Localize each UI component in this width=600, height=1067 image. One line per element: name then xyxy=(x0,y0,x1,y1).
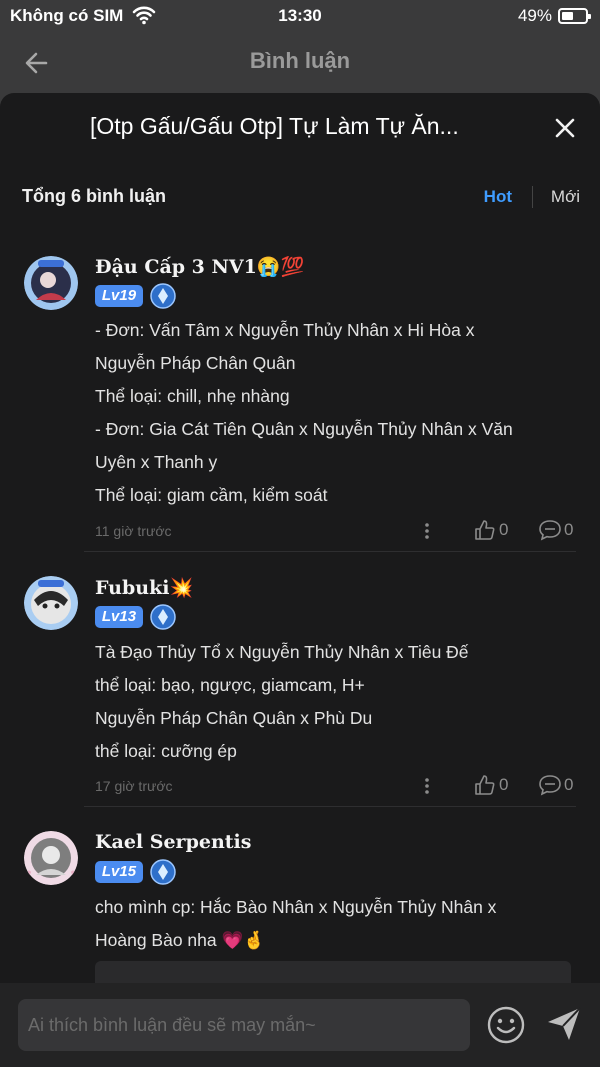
like-icon[interactable] xyxy=(474,774,496,796)
send-icon[interactable] xyxy=(545,1005,583,1043)
avatar[interactable] xyxy=(24,576,78,630)
sheet-header: [Otp Gấu/Gấu Otp] Tự Làm Tự Ăn... xyxy=(0,93,600,163)
comment-text-line: cho mình cp: Hắc Bào Nhân x Nguyễn Thủy … xyxy=(95,897,497,917)
clock: 13:30 xyxy=(278,6,322,25)
comment-count-row: Tổng 6 bình luận Hot Mới xyxy=(0,179,600,213)
level-badge: Lv13 xyxy=(95,606,143,628)
comment-text-line: Thể loại: chill, nhẹ nhàng xyxy=(95,386,290,406)
emoji-icon[interactable] xyxy=(486,1005,526,1045)
reply-icon[interactable] xyxy=(538,519,562,541)
comment-input-bar xyxy=(0,983,600,1067)
battery-percent: 49% xyxy=(517,6,552,25)
sort-new-tab[interactable]: Mới xyxy=(551,187,580,207)
comment-text-line: - Đơn: Vấn Tâm x Nguyễn Thủy Nhân x Hi H… xyxy=(95,320,475,340)
avatar[interactable] xyxy=(24,256,78,310)
comment-text-line: Hoàng Bào nha 💗🤞 xyxy=(95,930,266,950)
close-icon[interactable] xyxy=(552,115,578,141)
sort-hot-tab[interactable]: Hot xyxy=(484,187,512,207)
level-badge: Lv15 xyxy=(95,861,143,883)
like-icon[interactable] xyxy=(474,519,496,541)
more-options-icon[interactable] xyxy=(420,521,434,541)
divider xyxy=(84,551,576,552)
reply-preview[interactable] xyxy=(95,961,571,983)
level-badge: Lv19 xyxy=(95,285,143,307)
comment-time: 11 giờ trước xyxy=(95,523,172,539)
comment-input[interactable] xyxy=(18,999,470,1051)
reply-count: 0 xyxy=(564,520,574,539)
comment-text-line: Nguyễn Pháp Chân Quân xyxy=(95,353,296,373)
comment-count: Tổng 6 bình luận xyxy=(22,186,166,206)
sheet-title: [Otp Gấu/Gấu Otp] Tự Làm Tự Ăn... xyxy=(90,113,459,139)
comment-author[interactable]: Fubuki💥 xyxy=(95,576,193,599)
top-bar: Bình luận xyxy=(0,34,600,90)
comment-text-line: Uyên x Thanh y xyxy=(95,452,218,472)
comment-author[interactable]: Đậu Cấp 3 NV1😭💯 xyxy=(95,255,304,278)
avatar[interactable] xyxy=(24,831,78,885)
status-bar: Không có SIM 13:30 49% xyxy=(0,0,600,34)
battery-icon xyxy=(558,8,591,24)
comment-text-line: Nguyễn Pháp Chân Quân x Phù Du xyxy=(95,708,373,728)
comment-text-line: thể loại: bạo, ngược, giamcam, H+ xyxy=(95,675,365,695)
vip-badge-icon xyxy=(150,604,176,630)
reply-count: 0 xyxy=(564,775,574,794)
like-count: 0 xyxy=(499,520,509,539)
divider xyxy=(84,806,576,807)
comment-text-line: Thể loại: giam cầm, kiểm soát xyxy=(95,485,328,505)
like-count: 0 xyxy=(499,775,509,794)
comment-text-line: thể loại: cưỡng ép xyxy=(95,741,237,761)
comment-text-line: Tà Đạo Thủy Tổ x Nguyễn Thủy Nhân x Tiêu… xyxy=(95,642,469,662)
comment-author[interactable]: Kael Serpentis xyxy=(95,831,251,853)
comment-time: 17 giờ trước xyxy=(95,778,173,794)
comment-text-line: - Đơn: Gia Cát Tiên Quân x Nguyễn Thủy N… xyxy=(95,419,513,439)
sort-divider xyxy=(532,186,533,208)
reply-icon[interactable] xyxy=(538,774,562,796)
more-options-icon[interactable] xyxy=(420,776,434,796)
page-title: Bình luận xyxy=(249,48,351,73)
vip-badge-icon xyxy=(150,859,176,885)
vip-badge-icon xyxy=(150,283,176,309)
comments-sheet: [Otp Gấu/Gấu Otp] Tự Làm Tự Ăn... Tổng 6… xyxy=(0,93,600,983)
